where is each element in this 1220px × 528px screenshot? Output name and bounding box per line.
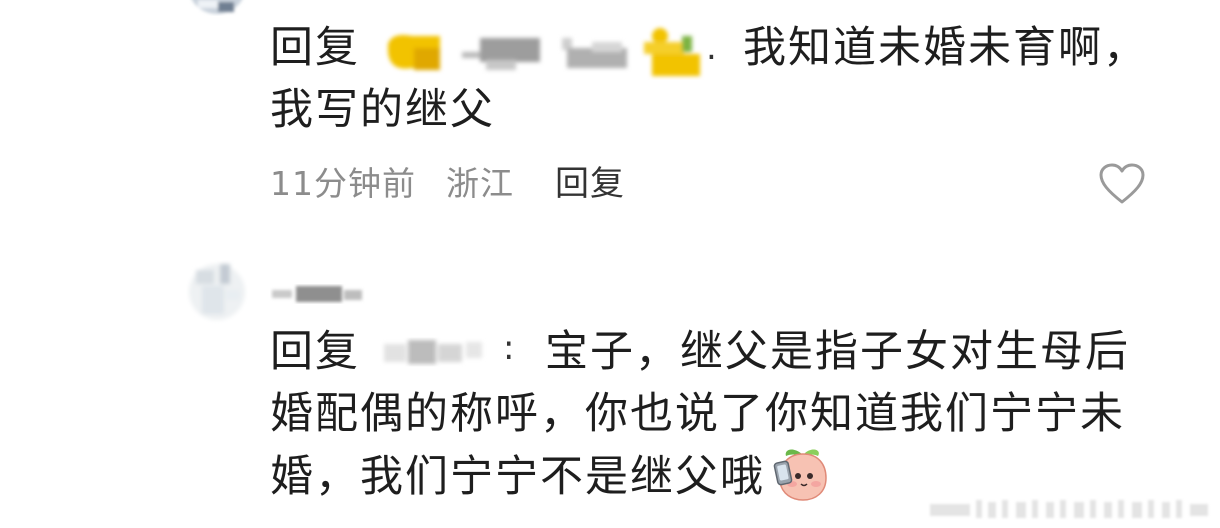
reply-button[interactable]: 回复: [555, 166, 625, 202]
reply-prefix: 回复: [270, 327, 360, 377]
comment-text-line: 婚，我们宁宁不是继父哦: [270, 452, 765, 502]
watermark: [928, 494, 1212, 524]
blurred-username[interactable]: [382, 22, 707, 80]
reply-prefix: 回复: [270, 23, 360, 73]
name-separator: :: [503, 328, 515, 368]
comment-text-line: 我知道未婚未育啊，: [743, 23, 1148, 73]
avatar[interactable]: [188, 0, 246, 16]
heart-outline-icon[interactable]: [1098, 162, 1146, 206]
comment-time: 11分钟前: [270, 164, 416, 203]
name-separator: .: [706, 28, 717, 68]
avatar[interactable]: [186, 260, 248, 324]
comment-location: 浙江: [446, 164, 514, 203]
blurred-username[interactable]: [380, 332, 502, 372]
blurred-username[interactable]: [270, 280, 365, 308]
comment-text-line: 宝子，继父是指子女对生母后: [545, 327, 1130, 377]
comment-text-line: 婚配偶的称呼，你也说了你知道我们宁宁未: [270, 389, 1125, 439]
comment-text-line: 我写的继父: [270, 85, 495, 135]
peach-phone-sticker-icon: [772, 444, 834, 502]
